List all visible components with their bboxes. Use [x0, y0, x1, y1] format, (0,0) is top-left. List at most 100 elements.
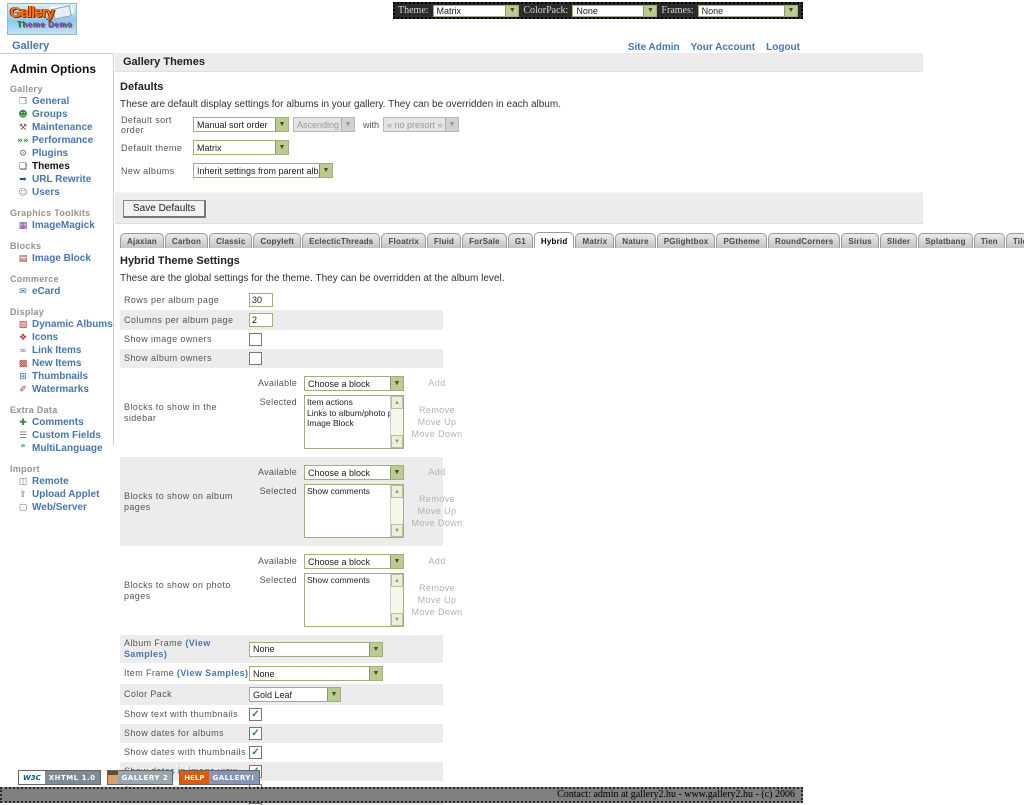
sidebar-item-plugins[interactable]: Plugins — [16, 148, 113, 160]
sidebar-item-ecard[interactable]: eCard — [16, 286, 113, 298]
tab-ajaxian[interactable]: Ajaxian — [120, 233, 164, 248]
rows-per-page-input[interactable] — [249, 293, 273, 307]
tab-g1[interactable]: G1 — [508, 233, 533, 248]
list-scrollbar[interactable]: ▲ ▼ — [390, 485, 403, 537]
tab-fluid[interactable]: Fluid — [427, 233, 461, 248]
gallery2-badge[interactable]: GALLERY 2 — [107, 770, 174, 785]
sidebar-item-thumbnails[interactable]: Thumbnails — [16, 371, 113, 383]
sidebar-item-new-items[interactable]: New Items — [16, 358, 113, 370]
tab-classic[interactable]: Classic — [209, 233, 252, 248]
photo-blocks-remove-action[interactable]: Remove — [404, 583, 470, 593]
breadcrumb-gallery-link[interactable]: Gallery — [12, 40, 49, 52]
site-admin-link[interactable]: Site Admin — [628, 42, 680, 53]
sidebar-item-dynamic-albums[interactable]: Dynamic Albums — [16, 319, 113, 331]
scroll-down-icon[interactable]: ▼ — [391, 524, 403, 537]
sidebar-item-remote[interactable]: Remote — [16, 476, 113, 488]
colorpack-select[interactable]: None ▼ — [572, 5, 657, 17]
tab-pgtheme[interactable]: PGtheme — [716, 233, 767, 248]
sidebar-blocks-move-up-action[interactable]: Move Up — [404, 417, 470, 427]
sidebar-blocks-add-action[interactable]: Add — [404, 376, 470, 388]
sidebar-blocks-selected-list[interactable]: Item actions Links to album/photo peers … — [304, 395, 404, 449]
new-albums-select[interactable]: Inherit settings from parent album ▼ — [193, 163, 333, 178]
album-blocks-move-down-action[interactable]: Move Down — [404, 518, 470, 528]
show-text-with-thumbnails-checkbox[interactable] — [249, 708, 262, 721]
album-frame-select[interactable]: None ▼ — [249, 642, 383, 657]
sidebar-blocks-available-select[interactable]: Choose a block ▼ — [304, 376, 404, 391]
list-item[interactable]: Item actions — [307, 397, 390, 408]
show-dates-for-albums-checkbox[interactable] — [249, 727, 262, 740]
album-blocks-available-select[interactable]: Choose a block ▼ — [304, 465, 404, 480]
sidebar-item-groups[interactable]: Groups — [16, 109, 113, 121]
sidebar-item-performance[interactable]: Performance — [16, 135, 113, 147]
scroll-up-icon[interactable]: ▲ — [391, 485, 403, 498]
sidebar-item-image-block[interactable]: Image Block — [16, 253, 113, 265]
color-pack-select[interactable]: Gold Leaf ▼ — [249, 687, 341, 702]
gallery-logo[interactable]: Gallery Theme Demo — [7, 3, 77, 35]
album-blocks-add-action[interactable]: Add — [404, 465, 470, 477]
photo-blocks-add-action[interactable]: Add — [404, 554, 470, 566]
your-account-link[interactable]: Your Account — [691, 42, 755, 53]
list-item[interactable]: Show comments — [307, 486, 390, 497]
photo-blocks-selected-list[interactable]: Show comments ▲ ▼ — [304, 573, 404, 627]
list-item[interactable]: Links to album/photo peers — [307, 408, 390, 419]
sidebar-item-themes[interactable]: Themes — [16, 161, 113, 173]
sidebar-item-icons[interactable]: Icons — [16, 332, 113, 344]
sidebar-item-upload-applet[interactable]: Upload Applet — [16, 489, 113, 501]
show-image-owners-checkbox[interactable] — [249, 333, 262, 346]
tab-matrix[interactable]: Matrix — [575, 233, 614, 248]
help-gallery-badge[interactable]: HELP GALLERY! — [179, 770, 259, 785]
sidebar-item-general[interactable]: General — [16, 96, 113, 108]
tab-tien[interactable]: Tien — [974, 233, 1005, 248]
columns-per-page-input[interactable] — [249, 313, 273, 327]
album-blocks-remove-action[interactable]: Remove — [404, 494, 470, 504]
tab-roundcorners[interactable]: RoundCorners — [768, 233, 840, 248]
scroll-up-icon[interactable]: ▲ — [391, 396, 403, 409]
list-item[interactable]: Show comments — [307, 575, 390, 586]
logout-link[interactable]: Logout — [766, 42, 800, 53]
list-scrollbar[interactable]: ▲ ▼ — [390, 396, 403, 448]
item-frame-view-samples-link[interactable]: (View Samples) — [177, 668, 248, 678]
sidebar-item-multilanguage[interactable]: MultiLanguage — [16, 443, 113, 455]
photo-blocks-move-up-action[interactable]: Move Up — [404, 595, 470, 605]
sidebar-item-custom-fields[interactable]: Custom Fields — [16, 430, 113, 442]
tab-splatbang[interactable]: Splatbang — [918, 233, 972, 248]
sidebar-blocks-move-down-action[interactable]: Move Down — [404, 429, 470, 439]
sidebar-item-link-items[interactable]: Link Items — [16, 345, 113, 357]
sidebar-item-url-rewrite[interactable]: URL Rewrite — [16, 174, 113, 186]
tab-hybrid[interactable]: Hybrid — [534, 232, 575, 248]
w3c-xhtml-badge[interactable]: W3C XHTML 1.0 — [18, 770, 101, 785]
save-defaults-button[interactable]: Save Defaults — [123, 200, 206, 218]
sidebar-item-users[interactable]: Users — [16, 187, 113, 199]
show-dates-with-thumbnails-checkbox[interactable] — [249, 746, 262, 759]
album-blocks-move-up-action[interactable]: Move Up — [404, 506, 470, 516]
show-album-owners-checkbox[interactable] — [249, 352, 262, 365]
tab-nature[interactable]: Nature — [615, 233, 656, 248]
list-scrollbar[interactable]: ▲ ▼ — [390, 574, 403, 626]
tab-forsale[interactable]: ForSale — [462, 233, 507, 248]
frames-select[interactable]: None ▼ — [698, 5, 798, 17]
tab-carbon[interactable]: Carbon — [165, 233, 208, 248]
tab-slider[interactable]: Slider — [880, 233, 917, 248]
default-sort-order-select[interactable]: Manual sort order ▼ — [193, 117, 289, 132]
sidebar-item-imagemagick[interactable]: ImageMagick — [16, 220, 113, 232]
theme-select[interactable]: Matrix ▼ — [433, 5, 520, 17]
tab-eclecticthreads[interactable]: EclecticThreads — [302, 233, 380, 248]
item-frame-select[interactable]: None ▼ — [249, 666, 383, 681]
scroll-down-icon[interactable]: ▼ — [391, 613, 403, 626]
photo-blocks-available-select[interactable]: Choose a block ▼ — [304, 554, 404, 569]
scroll-down-icon[interactable]: ▼ — [391, 435, 403, 448]
tab-sirius[interactable]: Sirius — [841, 233, 878, 248]
sidebar-item-comments[interactable]: Comments — [16, 417, 113, 429]
album-blocks-selected-list[interactable]: Show comments ▲ ▼ — [304, 484, 404, 538]
default-theme-select[interactable]: Matrix ▼ — [193, 140, 289, 155]
sidebar-item-watermarks[interactable]: Watermarks — [16, 384, 113, 396]
photo-blocks-move-down-action[interactable]: Move Down — [404, 607, 470, 617]
scroll-up-icon[interactable]: ▲ — [391, 574, 403, 587]
tab-tile[interactable]: Tile — [1006, 233, 1024, 248]
tab-copyleft[interactable]: Copyleft — [253, 233, 301, 248]
sidebar-blocks-remove-action[interactable]: Remove — [404, 405, 470, 415]
tab-floatrix[interactable]: Floatrix — [381, 233, 426, 248]
sidebar-item-web-server[interactable]: Web/Server — [16, 502, 113, 514]
tab-pglightbox[interactable]: PGlightbox — [657, 233, 716, 248]
list-item[interactable]: Image Block — [307, 418, 390, 429]
